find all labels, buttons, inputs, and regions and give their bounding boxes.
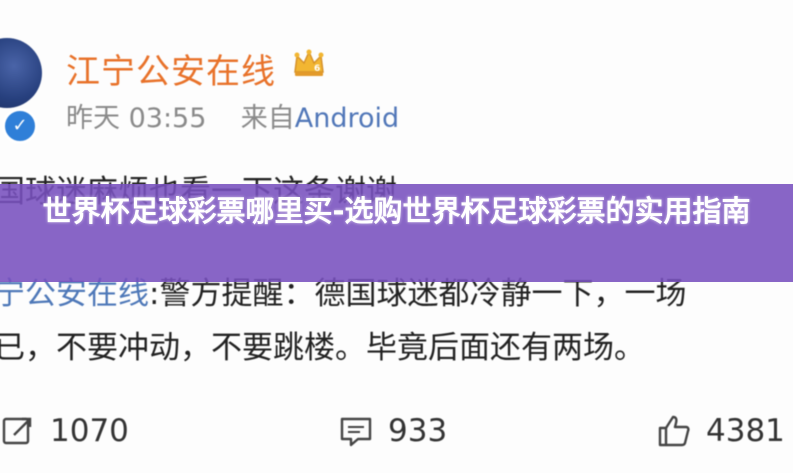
article-title[interactable]: 世界杯足球彩票哪里买-选购世界杯足球彩票的实用指南 <box>20 190 773 232</box>
repost-count: 1070 <box>50 413 129 449</box>
weibo-post-screenshot: ✓ 江宁公安在线 6 昨天 03:55 来自Android 国球迷麻烦也看一下这… <box>0 0 793 473</box>
repost-icon <box>2 417 32 445</box>
post-meta: 昨天 03:55 来自Android <box>66 96 399 135</box>
article-title-banner: 世界杯足球彩票哪里买-选购世界杯足球彩票的实用指南 <box>0 184 793 282</box>
verified-check-icon: ✓ <box>2 108 38 144</box>
repost-button[interactable]: 1070 <box>0 406 129 456</box>
thumbs-up-icon <box>658 415 690 447</box>
post-action-bar: 1070 933 4381 <box>0 406 793 456</box>
post-source-prefix: 来自 <box>240 103 295 134</box>
post-username[interactable]: 江宁公安在线 <box>66 44 276 93</box>
svg-text:6: 6 <box>314 64 320 74</box>
post-time: 昨天 03:55 <box>66 103 207 134</box>
avatar[interactable] <box>0 38 42 108</box>
comment-button[interactable]: 933 <box>338 406 447 456</box>
post-content-line-3: 已，不要冲动，不要跳楼。毕竟后面还有两场。 <box>0 330 645 366</box>
like-count: 4381 <box>706 413 785 449</box>
comment-count: 933 <box>388 413 448 449</box>
comment-icon <box>340 417 372 447</box>
crown-badge-icon: 6 <box>294 49 324 76</box>
like-button[interactable]: 4381 <box>656 406 785 456</box>
post-source[interactable]: Android <box>295 103 399 134</box>
